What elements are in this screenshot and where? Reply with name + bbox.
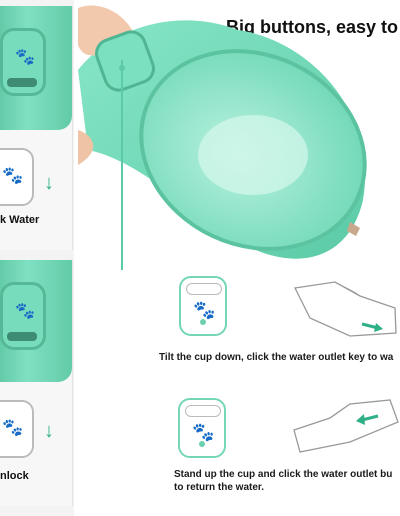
button-stripe [7, 78, 37, 87]
left-thumbnail-column: 🐾 🐾 ↓ k Water 🐾 🐾 ↓ nlock [0, 0, 74, 516]
unlock-panel: 🐾 🐾 ↓ nlock [0, 260, 73, 506]
device-button-closeup: 🐾 [0, 260, 72, 382]
product-photo [78, 5, 367, 270]
paw-icon: 🐾 [2, 418, 24, 437]
button-diagram-step1: 🐾 [179, 276, 227, 336]
lock-water-panel: 🐾 🐾 ↓ k Water [0, 6, 73, 250]
paw-icon: 🐾 [15, 49, 35, 66]
indicator-dot [199, 441, 205, 447]
panel-label: k Water [0, 214, 40, 226]
step1-instruction: Tilt the cup down, click the water outle… [159, 352, 394, 363]
arrow-down-icon: ↓ [44, 172, 54, 194]
panel-label: nlock [0, 470, 29, 482]
device-button: 🐾 [0, 282, 46, 350]
step2-line1: Stand up the cup and click the water out… [174, 469, 393, 480]
upright-cup-sketch [293, 399, 399, 453]
button-slot [185, 405, 221, 417]
paw-icon: 🐾 [15, 303, 35, 320]
button-stripe [7, 332, 37, 341]
paw-icon: 🐾 [192, 422, 215, 442]
device-button: 🐾 [0, 28, 46, 96]
paw-icon: 🐾 [2, 166, 24, 185]
button-diagram-step2: 🐾 [178, 398, 226, 458]
button-diagram: 🐾 [0, 400, 34, 458]
arrow-down-icon: ↓ [44, 420, 54, 442]
button-diagram: 🐾 [0, 148, 34, 206]
device-button-closeup: 🐾 [0, 6, 72, 130]
paw-icon: 🐾 [193, 300, 216, 320]
step2-line2: to return the water. [174, 482, 265, 493]
step2-instruction: Stand up the cup and click the water out… [174, 468, 392, 494]
button-slot [186, 283, 222, 295]
indicator-dot [200, 319, 206, 325]
tilted-cup-sketch [294, 281, 397, 337]
